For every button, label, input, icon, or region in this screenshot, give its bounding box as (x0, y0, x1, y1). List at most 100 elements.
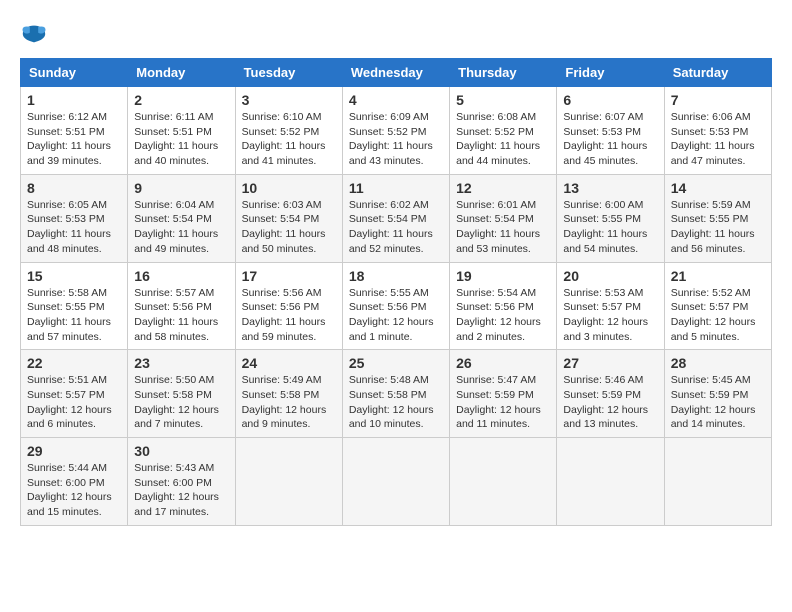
day-info: Sunrise: 6:00 AM Sunset: 5:55 PM Dayligh… (563, 198, 657, 257)
day-info: Sunrise: 6:02 AM Sunset: 5:54 PM Dayligh… (349, 198, 443, 257)
calendar-cell: 3 Sunrise: 6:10 AM Sunset: 5:52 PM Dayli… (235, 87, 342, 175)
header-day-wednesday: Wednesday (342, 59, 449, 87)
day-info: Sunrise: 5:56 AM Sunset: 5:56 PM Dayligh… (242, 286, 336, 345)
header-day-thursday: Thursday (450, 59, 557, 87)
day-number: 11 (349, 180, 443, 196)
header-day-tuesday: Tuesday (235, 59, 342, 87)
day-number: 23 (134, 355, 228, 371)
day-info: Sunrise: 6:03 AM Sunset: 5:54 PM Dayligh… (242, 198, 336, 257)
day-info: Sunrise: 6:05 AM Sunset: 5:53 PM Dayligh… (27, 198, 121, 257)
day-info: Sunrise: 6:12 AM Sunset: 5:51 PM Dayligh… (27, 110, 121, 169)
day-info: Sunrise: 5:48 AM Sunset: 5:58 PM Dayligh… (349, 373, 443, 432)
day-info: Sunrise: 5:55 AM Sunset: 5:56 PM Dayligh… (349, 286, 443, 345)
day-info: Sunrise: 6:08 AM Sunset: 5:52 PM Dayligh… (456, 110, 550, 169)
day-info: Sunrise: 6:07 AM Sunset: 5:53 PM Dayligh… (563, 110, 657, 169)
day-info: Sunrise: 5:52 AM Sunset: 5:57 PM Dayligh… (671, 286, 765, 345)
day-number: 8 (27, 180, 121, 196)
day-number: 9 (134, 180, 228, 196)
calendar-week-5: 29 Sunrise: 5:44 AM Sunset: 6:00 PM Dayl… (21, 438, 772, 526)
calendar-cell: 27 Sunrise: 5:46 AM Sunset: 5:59 PM Dayl… (557, 350, 664, 438)
calendar-cell: 26 Sunrise: 5:47 AM Sunset: 5:59 PM Dayl… (450, 350, 557, 438)
day-number: 20 (563, 268, 657, 284)
calendar-cell: 1 Sunrise: 6:12 AM Sunset: 5:51 PM Dayli… (21, 87, 128, 175)
calendar-cell: 14 Sunrise: 5:59 AM Sunset: 5:55 PM Dayl… (664, 174, 771, 262)
calendar-week-3: 15 Sunrise: 5:58 AM Sunset: 5:55 PM Dayl… (21, 262, 772, 350)
day-info: Sunrise: 6:04 AM Sunset: 5:54 PM Dayligh… (134, 198, 228, 257)
day-number: 6 (563, 92, 657, 108)
day-number: 10 (242, 180, 336, 196)
day-number: 28 (671, 355, 765, 371)
day-number: 5 (456, 92, 550, 108)
calendar-cell (664, 438, 771, 526)
day-info: Sunrise: 6:09 AM Sunset: 5:52 PM Dayligh… (349, 110, 443, 169)
calendar-cell: 15 Sunrise: 5:58 AM Sunset: 5:55 PM Dayl… (21, 262, 128, 350)
calendar-cell (450, 438, 557, 526)
day-info: Sunrise: 5:47 AM Sunset: 5:59 PM Dayligh… (456, 373, 550, 432)
day-number: 14 (671, 180, 765, 196)
header-day-saturday: Saturday (664, 59, 771, 87)
day-info: Sunrise: 5:59 AM Sunset: 5:55 PM Dayligh… (671, 198, 765, 257)
day-number: 12 (456, 180, 550, 196)
day-info: Sunrise: 5:45 AM Sunset: 5:59 PM Dayligh… (671, 373, 765, 432)
calendar-week-1: 1 Sunrise: 6:12 AM Sunset: 5:51 PM Dayli… (21, 87, 772, 175)
calendar-cell: 2 Sunrise: 6:11 AM Sunset: 5:51 PM Dayli… (128, 87, 235, 175)
page-header (20, 20, 772, 48)
logo (20, 20, 52, 48)
header-day-friday: Friday (557, 59, 664, 87)
day-info: Sunrise: 5:46 AM Sunset: 5:59 PM Dayligh… (563, 373, 657, 432)
calendar-table: SundayMondayTuesdayWednesdayThursdayFrid… (20, 58, 772, 526)
day-number: 16 (134, 268, 228, 284)
day-number: 4 (349, 92, 443, 108)
calendar-cell: 9 Sunrise: 6:04 AM Sunset: 5:54 PM Dayli… (128, 174, 235, 262)
header-day-monday: Monday (128, 59, 235, 87)
day-info: Sunrise: 6:11 AM Sunset: 5:51 PM Dayligh… (134, 110, 228, 169)
day-number: 19 (456, 268, 550, 284)
day-info: Sunrise: 5:43 AM Sunset: 6:00 PM Dayligh… (134, 461, 228, 520)
calendar-body: 1 Sunrise: 6:12 AM Sunset: 5:51 PM Dayli… (21, 87, 772, 526)
day-number: 27 (563, 355, 657, 371)
calendar-cell: 25 Sunrise: 5:48 AM Sunset: 5:58 PM Dayl… (342, 350, 449, 438)
day-number: 2 (134, 92, 228, 108)
day-info: Sunrise: 5:58 AM Sunset: 5:55 PM Dayligh… (27, 286, 121, 345)
calendar-cell: 5 Sunrise: 6:08 AM Sunset: 5:52 PM Dayli… (450, 87, 557, 175)
day-number: 17 (242, 268, 336, 284)
calendar-cell: 17 Sunrise: 5:56 AM Sunset: 5:56 PM Dayl… (235, 262, 342, 350)
calendar-cell: 11 Sunrise: 6:02 AM Sunset: 5:54 PM Dayl… (342, 174, 449, 262)
calendar-cell: 4 Sunrise: 6:09 AM Sunset: 5:52 PM Dayli… (342, 87, 449, 175)
calendar-cell: 6 Sunrise: 6:07 AM Sunset: 5:53 PM Dayli… (557, 87, 664, 175)
header-day-sunday: Sunday (21, 59, 128, 87)
calendar-cell: 28 Sunrise: 5:45 AM Sunset: 5:59 PM Dayl… (664, 350, 771, 438)
calendar-cell: 19 Sunrise: 5:54 AM Sunset: 5:56 PM Dayl… (450, 262, 557, 350)
calendar-cell (235, 438, 342, 526)
day-info: Sunrise: 5:53 AM Sunset: 5:57 PM Dayligh… (563, 286, 657, 345)
day-number: 30 (134, 443, 228, 459)
calendar-week-4: 22 Sunrise: 5:51 AM Sunset: 5:57 PM Dayl… (21, 350, 772, 438)
calendar-cell: 12 Sunrise: 6:01 AM Sunset: 5:54 PM Dayl… (450, 174, 557, 262)
calendar-cell (342, 438, 449, 526)
calendar-cell: 10 Sunrise: 6:03 AM Sunset: 5:54 PM Dayl… (235, 174, 342, 262)
day-number: 18 (349, 268, 443, 284)
calendar-cell: 22 Sunrise: 5:51 AM Sunset: 5:57 PM Dayl… (21, 350, 128, 438)
day-info: Sunrise: 5:44 AM Sunset: 6:00 PM Dayligh… (27, 461, 121, 520)
day-number: 26 (456, 355, 550, 371)
calendar-cell: 8 Sunrise: 6:05 AM Sunset: 5:53 PM Dayli… (21, 174, 128, 262)
calendar-cell: 20 Sunrise: 5:53 AM Sunset: 5:57 PM Dayl… (557, 262, 664, 350)
day-info: Sunrise: 6:06 AM Sunset: 5:53 PM Dayligh… (671, 110, 765, 169)
day-number: 7 (671, 92, 765, 108)
day-number: 29 (27, 443, 121, 459)
calendar-header-row: SundayMondayTuesdayWednesdayThursdayFrid… (21, 59, 772, 87)
calendar-cell: 29 Sunrise: 5:44 AM Sunset: 6:00 PM Dayl… (21, 438, 128, 526)
day-info: Sunrise: 5:49 AM Sunset: 5:58 PM Dayligh… (242, 373, 336, 432)
day-info: Sunrise: 5:51 AM Sunset: 5:57 PM Dayligh… (27, 373, 121, 432)
day-number: 22 (27, 355, 121, 371)
calendar-cell: 21 Sunrise: 5:52 AM Sunset: 5:57 PM Dayl… (664, 262, 771, 350)
calendar-cell: 13 Sunrise: 6:00 AM Sunset: 5:55 PM Dayl… (557, 174, 664, 262)
calendar-cell: 18 Sunrise: 5:55 AM Sunset: 5:56 PM Dayl… (342, 262, 449, 350)
day-info: Sunrise: 6:01 AM Sunset: 5:54 PM Dayligh… (456, 198, 550, 257)
calendar-week-2: 8 Sunrise: 6:05 AM Sunset: 5:53 PM Dayli… (21, 174, 772, 262)
day-info: Sunrise: 6:10 AM Sunset: 5:52 PM Dayligh… (242, 110, 336, 169)
calendar-cell: 16 Sunrise: 5:57 AM Sunset: 5:56 PM Dayl… (128, 262, 235, 350)
calendar-cell: 30 Sunrise: 5:43 AM Sunset: 6:00 PM Dayl… (128, 438, 235, 526)
day-info: Sunrise: 5:54 AM Sunset: 5:56 PM Dayligh… (456, 286, 550, 345)
calendar-cell: 23 Sunrise: 5:50 AM Sunset: 5:58 PM Dayl… (128, 350, 235, 438)
